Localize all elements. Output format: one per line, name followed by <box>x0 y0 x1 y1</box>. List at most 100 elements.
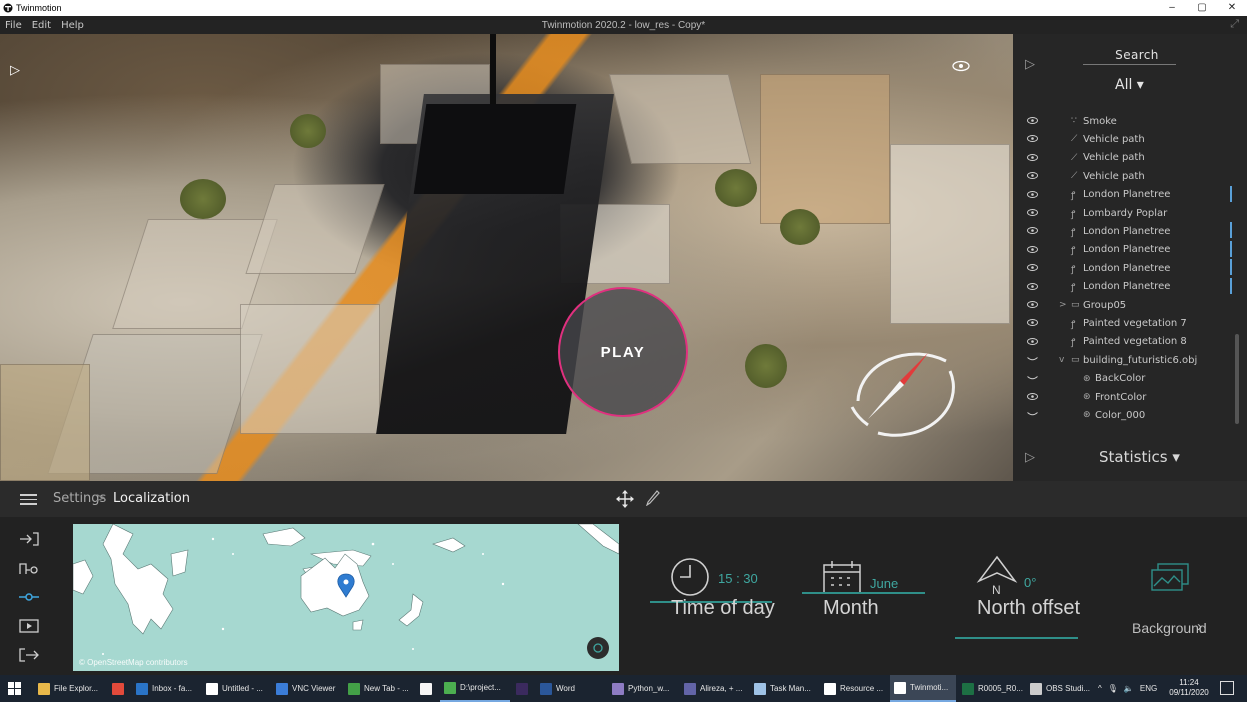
visibility-eye-icon[interactable] <box>1027 337 1038 345</box>
visibility-eye-icon[interactable] <box>1027 393 1038 400</box>
scene-item[interactable]: ⊛ FrontColor <box>1013 388 1247 406</box>
play-button[interactable]: PLAY <box>558 287 688 417</box>
microphone-icon[interactable]: 🎙 <box>1108 684 1118 693</box>
taskbar-app-button[interactable]: VNC Viewer <box>272 675 342 702</box>
viewport-eye-icon[interactable] <box>952 60 970 72</box>
scene-item[interactable]: ꝭ London Planetree <box>1013 222 1247 240</box>
scene-item[interactable]: > ▭ Group05 <box>1013 296 1247 314</box>
menu-help[interactable]: Help <box>61 20 84 31</box>
fullscreen-icon[interactable]: ⤢ <box>1230 18 1239 31</box>
visibility-eye-icon[interactable] <box>1027 264 1038 272</box>
scene-item[interactable]: ꝭ Lombardy Poplar <box>1013 204 1247 222</box>
statistics-dropdown[interactable]: Statistics ▾ <box>1099 448 1180 466</box>
visibility-eye-icon[interactable] <box>1027 172 1038 180</box>
taskbar-app-button[interactable]: Twinmoti... <box>890 675 956 702</box>
tray-chevron-up-icon[interactable]: ^ <box>1098 684 1102 693</box>
move-tool-icon[interactable] <box>616 490 634 508</box>
month-setting[interactable]: June Month <box>802 557 932 627</box>
hidden-eye-icon[interactable] <box>1027 356 1038 363</box>
filter-dropdown[interactable]: All ▾ <box>1115 77 1144 93</box>
map-locate-button[interactable] <box>587 637 609 659</box>
notifications-icon[interactable] <box>1220 681 1234 695</box>
scene-scrollbar[interactable] <box>1235 334 1239 424</box>
visibility-eye-icon[interactable] <box>1027 190 1038 198</box>
visibility-eye-icon[interactable] <box>1027 301 1038 308</box>
taskbar-app-button[interactable]: Inbox - fa... <box>132 675 202 702</box>
taskbar-app-button[interactable]: Python_w... <box>608 675 678 702</box>
scene-item[interactable]: ꝭ London Planetree <box>1013 240 1247 259</box>
volume-icon[interactable]: 🔈 <box>1124 684 1134 693</box>
viewport-play-arrow-icon[interactable]: ▷ <box>10 62 20 78</box>
scene-item[interactable]: ∵ Smoke <box>1013 112 1247 130</box>
scene-item[interactable]: ⟋ Vehicle path <box>1013 149 1247 167</box>
scene-item[interactable]: ⊛ BackColor <box>1013 370 1247 388</box>
north-offset-setting[interactable]: N 0° North offset <box>955 555 1085 645</box>
location-map[interactable]: © OpenStreetMap contributors <box>73 524 619 671</box>
month-slider[interactable] <box>802 592 925 594</box>
expander-icon[interactable]: v <box>1059 355 1064 365</box>
scene-item[interactable]: ⟋ Vehicle path <box>1013 130 1247 148</box>
chevron-right-icon[interactable]: › <box>1197 618 1202 635</box>
taskbar-app-button[interactable]: Task Man... <box>750 675 818 702</box>
panel-collapse-arrow-icon[interactable]: ▷ <box>1025 56 1035 72</box>
scene-item[interactable]: ꝭ London Planetree <box>1013 277 1247 296</box>
export-icon[interactable] <box>18 647 40 663</box>
statistics-expand-arrow-icon[interactable]: ▷ <box>1025 449 1035 465</box>
visibility-eye-icon[interactable] <box>1027 135 1038 143</box>
scene-item-label: Vehicle path <box>1083 170 1145 182</box>
3d-viewport[interactable]: ▷ PLAY <box>0 34 1013 481</box>
time-of-day-setting[interactable]: 15 : 30 Time of day <box>650 557 780 627</box>
windows-start-icon[interactable] <box>8 682 21 695</box>
visibility-eye-icon[interactable] <box>1027 282 1038 290</box>
scene-item[interactable]: ꝭ Painted vegetation 7 <box>1013 314 1247 332</box>
context-icon[interactable] <box>18 560 40 576</box>
language-indicator[interactable]: ENG <box>1140 684 1157 693</box>
taskbar-app-button[interactable]: D:\project... <box>440 675 510 702</box>
taskbar-app-button[interactable]: R0005_R0... <box>958 675 1024 702</box>
taskbar-app-button[interactable]: File Explor... <box>34 675 106 702</box>
tower-top <box>413 104 577 194</box>
taskbar-app-button[interactable]: Word <box>536 675 606 702</box>
visibility-eye-icon[interactable] <box>1027 245 1038 253</box>
scene-item[interactable]: v ▭ building_futuristic6.obj <box>1013 351 1247 369</box>
scene-item[interactable]: ⊛ Color_000 <box>1013 406 1247 424</box>
taskbar-app-button[interactable]: Untitled - ... <box>202 675 270 702</box>
settings-slider-icon[interactable] <box>18 589 40 605</box>
taskbar-app-button[interactable]: Resource ... <box>820 675 888 702</box>
pen-tool-icon[interactable] <box>646 490 660 506</box>
scene-item[interactable]: ꝭ London Planetree <box>1013 185 1247 204</box>
scene-item[interactable]: ꝭ London Planetree <box>1013 259 1247 277</box>
hidden-eye-icon[interactable] <box>1027 375 1038 382</box>
minimize-button[interactable]: – <box>1157 0 1187 16</box>
close-button[interactable]: ✕ <box>1217 0 1247 16</box>
scene-item[interactable]: ꝭ Painted vegetation 8 <box>1013 333 1247 351</box>
search-underline <box>1083 64 1176 65</box>
background-button[interactable]: Background <box>1132 620 1207 636</box>
visibility-eye-icon[interactable] <box>1027 117 1038 124</box>
background-image-icon[interactable] <box>1150 562 1190 592</box>
compass-icon[interactable] <box>838 331 964 437</box>
app-icon <box>444 681 456 694</box>
visibility-eye-icon[interactable] <box>1027 153 1038 161</box>
expander-icon[interactable]: > <box>1059 300 1067 310</box>
north-offset-slider[interactable] <box>955 637 1078 639</box>
taskbar-app-button[interactable] <box>512 675 534 702</box>
visibility-eye-icon[interactable] <box>1027 319 1038 327</box>
visibility-eye-icon[interactable] <box>1027 227 1038 235</box>
visibility-eye-icon[interactable] <box>1027 209 1038 216</box>
import-icon[interactable] <box>18 531 40 547</box>
media-icon[interactable] <box>18 618 40 634</box>
menu-file[interactable]: File <box>5 20 22 31</box>
taskbar-app-button[interactable] <box>416 675 438 702</box>
scene-item[interactable]: ⟋ Vehicle path <box>1013 167 1247 185</box>
taskbar-app-button[interactable]: New Tab - ... <box>344 675 414 702</box>
hidden-eye-icon[interactable] <box>1027 411 1038 418</box>
taskbar-app-button[interactable]: Alireza, + ... <box>680 675 748 702</box>
hamburger-menu-icon[interactable] <box>20 494 37 505</box>
menu-edit[interactable]: Edit <box>32 20 51 31</box>
maximize-button[interactable]: ▢ <box>1187 0 1217 16</box>
search-label[interactable]: Search <box>1099 48 1175 62</box>
taskbar-clock[interactable]: 11:24 09/11/2020 <box>1166 678 1212 698</box>
taskbar-app-button[interactable]: OBS Studi... <box>1026 675 1094 702</box>
taskbar-app-button[interactable] <box>108 675 130 702</box>
